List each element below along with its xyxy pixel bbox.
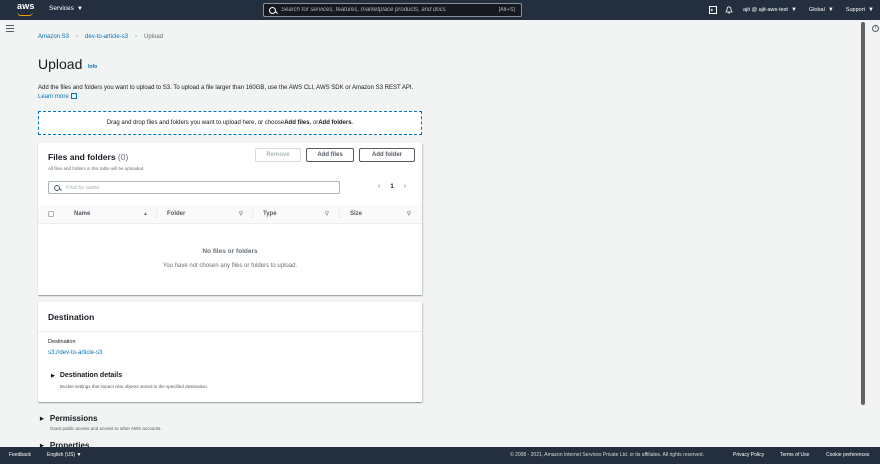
find-by-name-field[interactable] [48, 181, 340, 194]
empty-state-subtitle: You have not chosen any files or folders… [162, 263, 298, 269]
destination-details-title: Destination details [59, 372, 123, 379]
copyright-text: © 2008 - 2021, Amazon Internet Services … [510, 452, 704, 458]
services-label: Services [49, 5, 74, 12]
sort-icon[interactable]: ▽ [239, 211, 243, 217]
chevron-left-icon[interactable]: ‹ [378, 183, 380, 190]
privacy-policy-link[interactable]: Privacy Policy [733, 452, 764, 458]
column-folder[interactable]: Folder [167, 211, 185, 217]
breadcrumb-current: Upload [144, 34, 164, 40]
language-selector[interactable]: English (US) ▼ [47, 452, 81, 458]
account-menu[interactable]: ajit @ ajit-aws-test ▼ [743, 7, 797, 13]
add-folder-button[interactable]: Add folder [359, 148, 415, 162]
cookie-preferences-link[interactable]: Cookie preferences [826, 452, 869, 458]
cloudshell-icon[interactable] [708, 6, 717, 14]
files-title-text: Files and folders [48, 152, 116, 162]
language-label: English (US) [47, 452, 76, 458]
empty-state-title: No files or folders [202, 248, 258, 255]
dropzone-add-folders: Add folders [318, 120, 352, 126]
scrollbar[interactable] [861, 22, 865, 405]
destination-panel: Destination Destination s3://dev-to-arti… [38, 302, 422, 402]
permissions-subtitle: Grant public access and access to other … [50, 426, 162, 431]
find-by-name-input[interactable] [66, 184, 316, 191]
external-link-icon [70, 93, 77, 99]
terms-of-use-link[interactable]: Terms of Use [780, 452, 809, 458]
breadcrumb-bucket[interactable]: dev-to-article-s3 [85, 34, 128, 40]
chevron-right-icon: › [135, 34, 138, 40]
dropzone-add-files: Add files [284, 120, 310, 126]
bell-icon[interactable] [725, 6, 733, 14]
search-icon [54, 184, 60, 191]
footer: Feedback English (US) ▼ © 2008 - 2021, A… [0, 447, 880, 464]
dropzone-text: Drag and drop files and folders you want… [106, 120, 285, 126]
files-panel-title: Files and folders (0) [48, 152, 128, 162]
chevron-right-icon: › [76, 34, 79, 40]
destination-link[interactable]: s3://dev-to-article-s3 [48, 350, 102, 356]
account-label: ajit @ ajit-aws-test [742, 7, 788, 13]
sort-icon[interactable]: ▽ [407, 211, 411, 217]
menu-icon[interactable] [6, 25, 14, 32]
top-navigation: aws Services ▼ [Alt+S] ajit @ ajit-aws-t… [0, 0, 880, 20]
caret-down-icon: ▼ [76, 5, 83, 12]
aws-logo-text: aws [17, 1, 35, 11]
caret-down-icon: ▼ [868, 7, 874, 13]
breadcrumb-amazon-s3[interactable]: Amazon S3 [38, 34, 69, 40]
permissions-title: Permissions [49, 414, 98, 423]
region-menu[interactable]: Global ▼ [809, 7, 834, 13]
page-description: Add the files and folders you want to up… [38, 84, 428, 102]
sort-icon[interactable]: ▽ [325, 211, 329, 217]
dropzone-text-end: . [351, 120, 354, 126]
aws-logo[interactable]: aws [17, 2, 35, 18]
nav-right: ajit @ ajit-aws-test ▼ Global ▼ Support … [705, 0, 880, 20]
files-count: (0) [117, 152, 129, 162]
dropzone-text-mid: , or [309, 120, 319, 126]
divider [38, 331, 422, 332]
permissions-toggle[interactable]: ▶ Permissions [40, 414, 97, 423]
column-name[interactable]: Name [74, 211, 90, 217]
learn-more-link[interactable]: Learn more [38, 94, 69, 100]
pagination: ‹ 1 › [378, 183, 406, 190]
table-header: Name ▲ Folder ▽ Type ▽ Size ▽ [38, 205, 422, 224]
column-divider [339, 210, 340, 219]
remove-button[interactable]: Remove [255, 148, 301, 162]
info-link[interactable]: Info [88, 64, 97, 70]
files-subtitle: All files and folders in this table will… [48, 166, 145, 171]
caret-down-icon: ▼ [790, 7, 797, 13]
destination-details-toggle[interactable]: ▶ Destination details [51, 372, 122, 379]
column-type[interactable]: Type [263, 211, 277, 217]
sort-asc-icon[interactable]: ▲ [143, 211, 148, 217]
destination-title: Destination [48, 312, 95, 322]
support-label: Support [845, 7, 866, 13]
caret-down-icon: ▼ [827, 7, 834, 13]
search-shortcut-hint: [Alt+S] [498, 7, 515, 13]
column-divider [252, 210, 253, 219]
caret-down-icon: ▼ [76, 452, 82, 458]
page-title: Upload [38, 56, 83, 72]
column-size[interactable]: Size [350, 211, 362, 217]
feedback-link[interactable]: Feedback [9, 452, 31, 458]
destination-label: Destination [48, 339, 76, 345]
global-search[interactable]: [Alt+S] [263, 3, 522, 17]
description-text: Add the files and folders you want to up… [38, 85, 414, 91]
add-files-button[interactable]: Add files [306, 148, 354, 162]
chevron-right-icon[interactable]: › [404, 183, 406, 190]
column-divider [156, 210, 157, 219]
destination-details-subtitle: Bucket settings that impact new objects … [60, 384, 209, 389]
caret-right-icon: ▶ [51, 372, 55, 379]
global-search-input[interactable] [281, 7, 481, 13]
support-menu[interactable]: Support ▼ [846, 7, 874, 13]
page-number[interactable]: 1 [390, 184, 393, 190]
search-icon [269, 6, 276, 14]
region-label: Global [808, 7, 825, 13]
breadcrumb: Amazon S3 › dev-to-article-s3 › Upload [38, 34, 163, 40]
caret-right-icon: ▶ [40, 415, 44, 422]
services-menu[interactable]: Services ▼ [49, 5, 83, 12]
select-all-checkbox[interactable] [48, 211, 54, 217]
upload-dropzone[interactable]: Drag and drop files and folders you want… [38, 111, 422, 135]
info-panel-icon[interactable]: i [872, 25, 879, 32]
aws-smile-icon [17, 12, 33, 16]
files-and-folders-panel: Files and folders (0) All files and fold… [38, 143, 422, 295]
